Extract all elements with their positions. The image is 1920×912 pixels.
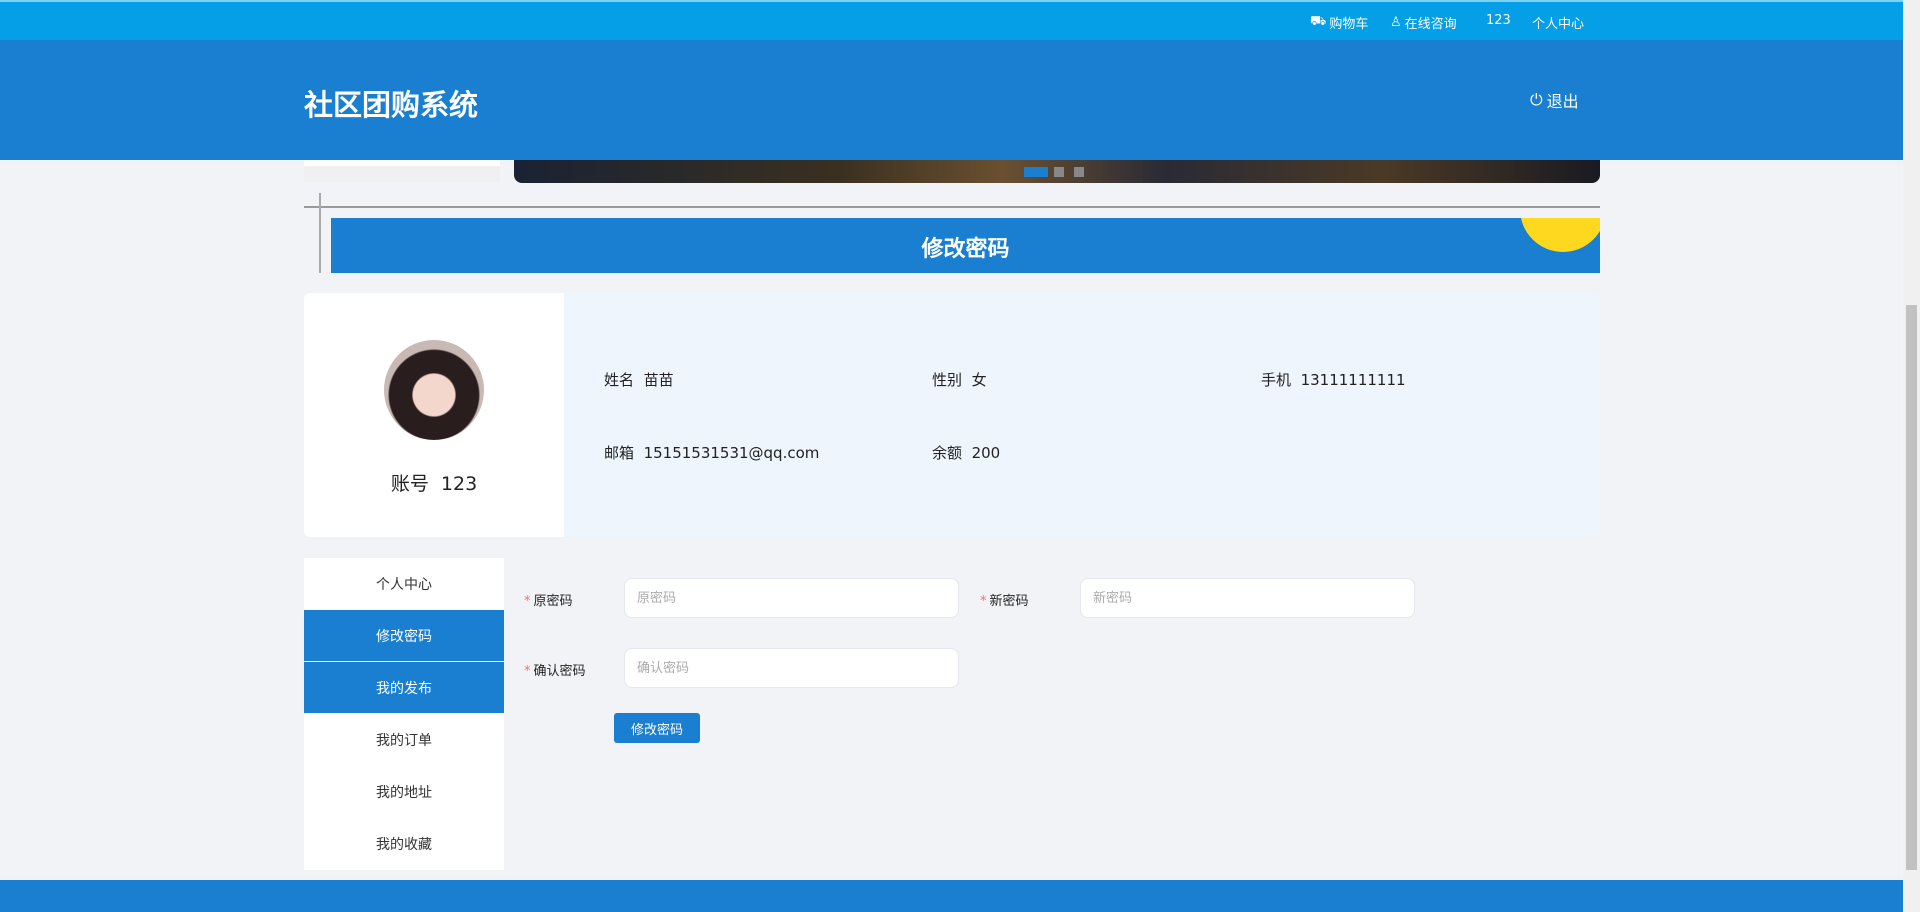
cart-label: 购物车 [1329, 13, 1368, 32]
truck-icon: ⛟ [1310, 14, 1326, 31]
carousel-dot[interactable] [1024, 167, 1048, 177]
carousel-dot[interactable] [1054, 167, 1064, 177]
new-password-label: *新密码 [980, 590, 1029, 609]
footer [0, 880, 1903, 912]
profile-card: 账号 123 [304, 293, 564, 537]
divider [304, 206, 1600, 208]
sidebar-item-change-password[interactable]: 修改密码 [304, 610, 504, 662]
consult-link[interactable]: ♙在线咨询 [1390, 13, 1457, 32]
sidebar-item-favorites[interactable]: 我的收藏 [304, 818, 504, 870]
info-phone: 手机 13111111111 [1261, 369, 1406, 390]
sidebar-item-orders[interactable]: 我的订单 [304, 714, 504, 766]
consult-label: 在线咨询 [1405, 13, 1457, 32]
account-value: 123 [441, 473, 477, 495]
sidebar-item-addresses[interactable]: 我的地址 [304, 766, 504, 818]
sidebar: 个人中心 修改密码 我的发布 我的订单 我的地址 我的收藏 [304, 558, 504, 870]
confirm-password-input[interactable] [624, 648, 959, 688]
confirm-password-label: *确认密码 [524, 660, 586, 679]
divider [319, 193, 321, 273]
info-email: 邮箱 15151531531@qq.com [604, 442, 819, 463]
sidebar-item-my-posts[interactable]: 我的发布 [304, 662, 504, 714]
page-title-bar: 修改密码 [331, 218, 1600, 273]
change-password-button[interactable]: 修改密码 [614, 713, 700, 743]
username-link[interactable]: 123 [1486, 13, 1511, 28]
top-bar: ⛟购物车 ♙在线咨询 123 个人中心 [0, 0, 1903, 40]
banner-carousel[interactable] [514, 160, 1600, 183]
user-icon: ♙ [1390, 15, 1402, 30]
carousel-dot[interactable] [1074, 167, 1084, 177]
horizontal-scroller[interactable] [304, 160, 500, 182]
info-name: 姓名 苗苗 [604, 369, 674, 390]
avatar [384, 340, 484, 440]
logout-button[interactable]: ⏻退出 [1530, 88, 1579, 112]
scrollbar-thumb[interactable] [1906, 305, 1917, 870]
old-password-label: *原密码 [524, 590, 573, 609]
power-icon: ⏻ [1530, 90, 1543, 110]
old-password-input[interactable] [624, 578, 959, 618]
sidebar-item-profile[interactable]: 个人中心 [304, 558, 504, 610]
info-balance: 余额 200 [932, 442, 1000, 463]
profile-link[interactable]: 个人中心 [1532, 13, 1584, 32]
page-title: 修改密码 [331, 231, 1600, 263]
new-password-input[interactable] [1080, 578, 1415, 618]
account: 账号 123 [304, 469, 564, 496]
profile-info: 姓名 苗苗 性别 女 手机 13111111111 邮箱 15151531531… [564, 293, 1600, 537]
account-label: 账号 [391, 473, 429, 495]
logout-label: 退出 [1547, 88, 1579, 112]
info-gender: 性别 女 [932, 369, 987, 390]
cart-link[interactable]: ⛟购物车 [1310, 13, 1368, 32]
header: 社区团购系统 ⏻退出 [0, 40, 1903, 160]
site-title: 社区团购系统 [304, 82, 478, 124]
